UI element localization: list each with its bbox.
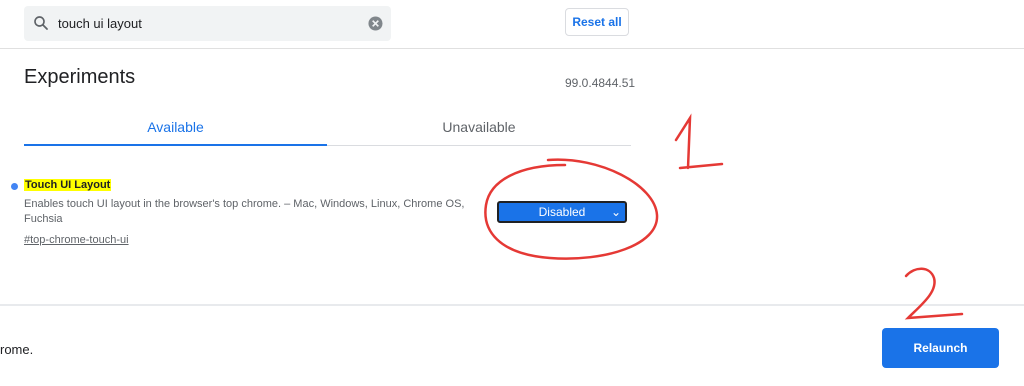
tab-bar: Available Unavailable [24,110,631,146]
clear-search-icon[interactable] [368,16,383,31]
tab-available[interactable]: Available [24,110,327,144]
active-tab-indicator [24,144,327,146]
experiment-title: Touch UI Layout [24,179,112,191]
annotation-number-1 [674,113,724,170]
footer-divider [0,304,1024,306]
experiment-description: Enables touch UI layout in the browser's… [24,198,465,225]
search-icon [34,16,48,30]
experiment-permalink[interactable]: #top-chrome-touch-ui [24,234,129,246]
relaunch-button[interactable]: Relaunch [882,328,999,368]
experiment-status-dot [11,183,18,190]
annotation-overlay [484,113,964,320]
reset-all-button[interactable]: Reset all [565,8,629,36]
chevron-down-icon: ⌄ [610,205,621,219]
page-title: Experiments [24,66,136,88]
tab-unavailable[interactable]: Unavailable [327,110,631,144]
header-divider [0,48,1024,49]
search-input[interactable]: touch ui layout [58,16,142,31]
annotation-number-2 [904,267,964,320]
search-bar[interactable]: touch ui layout [24,6,391,41]
experiment-state-select[interactable]: Disabled ⌄ [497,201,627,223]
relaunch-message: rome. [0,342,34,357]
version-label: 99.0.4844.51 [565,76,636,90]
select-value: Disabled [538,205,586,219]
